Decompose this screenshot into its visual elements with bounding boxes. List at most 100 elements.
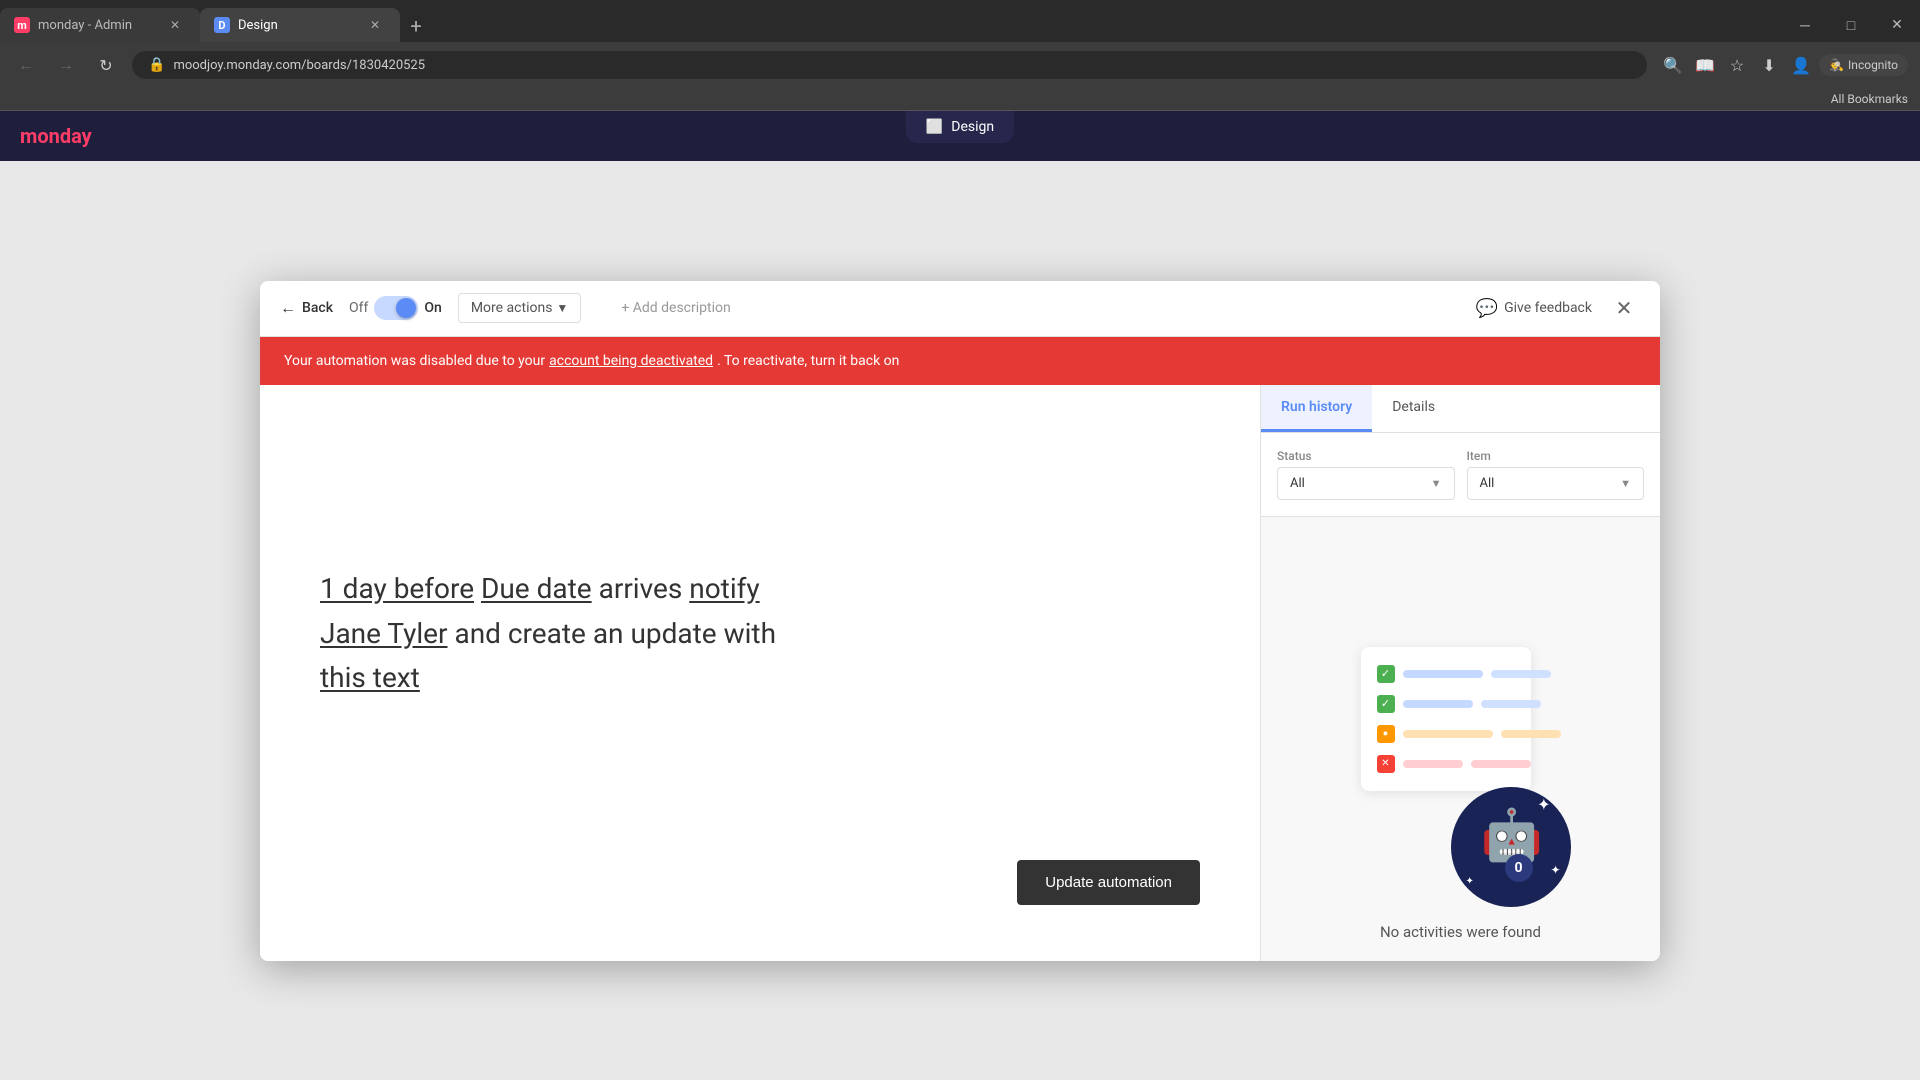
panel-tabs: Run history Details <box>1261 385 1660 433</box>
all-bookmarks-label[interactable]: All Bookmarks <box>1831 92 1908 106</box>
minimize-button[interactable]: ─ <box>1782 8 1828 42</box>
monday-logo: monday <box>20 124 92 148</box>
alert-message-before: Your automation was disabled due to your <box>284 353 545 369</box>
status-filter-chevron-icon: ▼ <box>1431 477 1442 490</box>
alert-message-after: . To reactivate, turn it back on <box>717 353 899 369</box>
tab-title-admin: monday - Admin <box>38 18 158 33</box>
illus-line-1b <box>1491 670 1551 678</box>
tab-details[interactable]: Details <box>1372 385 1455 432</box>
tab-title-design: Design <box>238 18 358 33</box>
illus-checkbox-4: ✕ <box>1377 755 1395 773</box>
tab-close-design[interactable]: ✕ <box>366 16 384 34</box>
profile-icon[interactable]: 👤 <box>1787 51 1815 79</box>
give-feedback-label: Give feedback <box>1504 300 1592 316</box>
browser-toolbar-icons: 🔍 📖 ☆ ⬇ 👤 🕵️ Incognito <box>1659 51 1908 79</box>
alert-link[interactable]: account being deactivated <box>549 353 713 369</box>
illustration-circle: 🤖 ✦ ✦ ✦ 0 <box>1451 787 1571 907</box>
tab-run-history[interactable]: Run history <box>1261 385 1372 432</box>
address-bar-row: ← → ↻ 🔒 moodjoy.monday.com/boards/183042… <box>0 42 1920 88</box>
feedback-icon: 💬 <box>1476 298 1498 319</box>
search-extensions-icon[interactable]: 🔍 <box>1659 51 1687 79</box>
modal-wrapper: ← Back Off On More actions ▼ + <box>0 161 1920 1080</box>
incognito-label: Incognito <box>1848 58 1898 72</box>
automation-part5[interactable]: Jane Tyler <box>320 617 448 650</box>
automation-part1[interactable]: 1 day before <box>320 572 474 605</box>
close-window-button[interactable]: ✕ <box>1874 8 1920 42</box>
back-label: Back <box>302 300 333 316</box>
automation-part4[interactable]: notify <box>689 572 759 605</box>
status-filter-group: Status All ▼ <box>1277 449 1455 500</box>
tab-close-admin[interactable]: ✕ <box>166 16 184 34</box>
new-tab-button[interactable]: + <box>400 10 432 42</box>
automation-text: 1 day before Due date arrives notify Jan… <box>320 567 776 701</box>
automation-part7[interactable]: this text <box>320 661 420 694</box>
design-title-pill: ⬜ Design <box>906 111 1014 143</box>
on-label: On <box>424 300 441 316</box>
incognito-icon: 🕵️ <box>1829 58 1844 72</box>
maximize-button[interactable]: □ <box>1828 8 1874 42</box>
illus-checkbox-1: ✓ <box>1377 665 1395 683</box>
update-automation-button[interactable]: Update automation <box>1017 860 1200 905</box>
give-feedback-button[interactable]: 💬 Give feedback <box>1476 298 1592 319</box>
favorites-icon[interactable]: ☆ <box>1723 51 1751 79</box>
address-bar[interactable]: 🔒 moodjoy.monday.com/boards/1830420525 <box>132 51 1647 79</box>
status-filter-label: Status <box>1277 449 1455 463</box>
design-title-label: Design <box>951 119 994 135</box>
illus-row-4: ✕ <box>1373 749 1519 779</box>
tab-admin[interactable]: m monday - Admin ✕ <box>0 8 200 42</box>
toggle-knob <box>396 298 416 318</box>
empty-state-text: No activities were found <box>1380 923 1541 941</box>
illus-row-3: ● <box>1373 719 1519 749</box>
zero-badge: 0 <box>1505 854 1533 882</box>
item-filter-select[interactable]: All ▼ <box>1467 467 1645 500</box>
tab-favicon-admin: m <box>14 17 30 33</box>
content-area: 1 day before Due date arrives notify Jan… <box>260 385 1660 961</box>
lock-icon: 🔒 <box>148 57 165 73</box>
more-actions-label: More actions <box>471 300 553 316</box>
alert-banner: Your automation was disabled due to your… <box>260 337 1660 385</box>
empty-state: ✓ ✓ <box>1261 517 1660 961</box>
incognito-badge: 🕵️ Incognito <box>1819 54 1908 76</box>
illus-checkbox-2: ✓ <box>1377 695 1395 713</box>
automation-modal: ← Back Off On More actions ▼ + <box>260 281 1660 961</box>
off-label: Off <box>349 300 368 316</box>
back-nav-button[interactable]: ← <box>12 51 40 79</box>
back-arrow-icon: ← <box>280 298 296 318</box>
automation-part3: arrives <box>599 572 683 605</box>
design-icon: ⬜ <box>926 119 943 135</box>
reader-mode-icon[interactable]: 📖 <box>1691 51 1719 79</box>
illus-line-1a <box>1403 670 1483 678</box>
run-history-panel: Run history Details Status All ▼ <box>1260 385 1660 961</box>
more-actions-chevron-icon: ▼ <box>556 301 568 315</box>
download-icon[interactable]: ⬇ <box>1755 51 1783 79</box>
reload-button[interactable]: ↻ <box>92 51 120 79</box>
tab-design[interactable]: D Design ✕ <box>200 8 400 42</box>
illustration-list: ✓ ✓ <box>1361 647 1531 791</box>
illus-line-4a <box>1403 760 1463 768</box>
url-text: moodjoy.monday.com/boards/1830420525 <box>173 58 425 73</box>
window-controls: ─ □ ✕ <box>1782 8 1920 42</box>
status-filter-select[interactable]: All ▼ <box>1277 467 1455 500</box>
illus-line-3 <box>1403 730 1493 738</box>
more-actions-button[interactable]: More actions ▼ <box>458 293 581 323</box>
browser-window: m monday - Admin ✕ D Design ✕ + ─ □ ✕ ← … <box>0 0 1920 1080</box>
illus-line-2b <box>1481 700 1541 708</box>
star-2: ✦ <box>1466 876 1474 887</box>
star-3: ✦ <box>1550 863 1560 877</box>
automation-part2[interactable]: Due date <box>481 572 592 605</box>
bookmarks-bar: All Bookmarks <box>0 88 1920 111</box>
add-description-button[interactable]: + Add description <box>621 300 730 316</box>
forward-nav-button[interactable]: → <box>52 51 80 79</box>
tab-favicon-design: D <box>214 17 230 33</box>
back-button[interactable]: ← Back <box>280 298 333 318</box>
illus-line-4b <box>1471 760 1531 768</box>
automation-editor: 1 day before Due date arrives notify Jan… <box>260 385 1260 961</box>
empty-illustration: ✓ ✓ <box>1351 627 1571 907</box>
illus-line-3b <box>1501 730 1561 738</box>
browser-tabs-bar: m monday - Admin ✕ D Design ✕ + ─ □ ✕ <box>0 0 1920 42</box>
item-filter-label: Item <box>1467 449 1645 463</box>
automation-actions: Update automation <box>320 844 1200 921</box>
modal-close-button[interactable]: ✕ <box>1608 292 1640 324</box>
item-filter-chevron-icon: ▼ <box>1620 477 1631 490</box>
automation-toggle[interactable] <box>374 296 418 320</box>
